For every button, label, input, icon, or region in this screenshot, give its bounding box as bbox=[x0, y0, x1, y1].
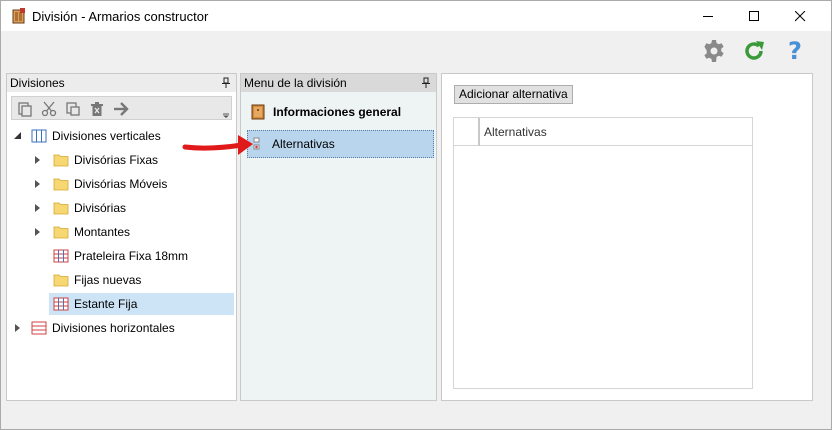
folder-icon bbox=[53, 226, 69, 239]
close-button[interactable] bbox=[777, 1, 823, 32]
window-title: División - Armarios constructor bbox=[32, 9, 209, 24]
expand-icon[interactable] bbox=[33, 203, 43, 213]
menu-item-informaciones-general[interactable]: Informaciones general bbox=[247, 98, 401, 126]
vertical-divisions-icon bbox=[31, 129, 47, 143]
app-icon bbox=[11, 8, 27, 24]
divisions-panel: Divisiones Divisiones verticales Divisór… bbox=[6, 73, 237, 401]
divisions-panel-title: Divisiones bbox=[7, 74, 236, 92]
tree-item-divisiones-horizontales[interactable]: Divisiones horizontales bbox=[13, 317, 175, 339]
folder-icon bbox=[53, 274, 69, 287]
tree-item-label: Estante Fija bbox=[74, 297, 138, 311]
tree-item-divisiones-verticales[interactable]: Divisiones verticales bbox=[13, 125, 161, 147]
pin-icon[interactable] bbox=[421, 77, 431, 89]
arrow-right-icon[interactable] bbox=[112, 100, 130, 118]
grid-header: Alternativas bbox=[454, 118, 752, 146]
add-alternative-button[interactable]: Adicionar alternativa bbox=[454, 85, 573, 104]
help-icon[interactable]: ? bbox=[782, 37, 808, 65]
grid-icon bbox=[53, 297, 69, 311]
menu-item-alternativas[interactable]: Alternativas bbox=[247, 130, 434, 158]
tree-item-prateleira-fixa[interactable]: Prateleira Fixa 18mm bbox=[53, 245, 188, 267]
tree-item-divisorias-fijas[interactable]: Divisórias Fixas bbox=[33, 149, 158, 171]
grid-corner bbox=[454, 118, 480, 146]
expand-icon[interactable] bbox=[13, 323, 23, 333]
cabinet-icon bbox=[251, 104, 265, 120]
tree-item-fijas-nuevas[interactable]: Fijas nuevas bbox=[53, 269, 141, 291]
folder-icon bbox=[53, 202, 69, 215]
cut-icon[interactable] bbox=[40, 100, 58, 118]
menu-item-label: Alternativas bbox=[272, 137, 335, 151]
tree-item-estante-fija[interactable]: Estante Fija bbox=[49, 293, 234, 315]
tree-item-label: Prateleira Fixa 18mm bbox=[74, 249, 189, 263]
menu-item-label: Informaciones general bbox=[273, 105, 402, 119]
folder-icon bbox=[53, 178, 69, 191]
expand-icon[interactable] bbox=[33, 227, 43, 237]
alternatives-panel: Adicionar alternativa Alternativas bbox=[441, 73, 813, 401]
title-bar: División - Armarios constructor bbox=[0, 0, 832, 31]
division-menu-panel: Menu de la división Informaciones genera… bbox=[240, 73, 437, 401]
grid-icon bbox=[53, 249, 69, 263]
pin-icon[interactable] bbox=[221, 77, 231, 89]
gear-icon[interactable] bbox=[701, 38, 727, 64]
menu-panel-title: Menu de la división bbox=[241, 74, 436, 92]
delete-icon[interactable] bbox=[88, 100, 106, 118]
alternatives-grid[interactable]: Alternativas bbox=[453, 117, 753, 389]
horizontal-divisions-icon bbox=[31, 321, 47, 335]
toolbar-overflow-icon[interactable] bbox=[221, 97, 231, 119]
refresh-icon[interactable] bbox=[741, 38, 767, 64]
expand-icon[interactable] bbox=[33, 179, 43, 189]
red-arrow-annotation bbox=[182, 135, 253, 155]
tree-item-label: Divisórias Móveis bbox=[74, 177, 168, 191]
minimize-button[interactable] bbox=[685, 1, 731, 32]
tree-item-label: Divisórias bbox=[74, 201, 127, 215]
expand-icon[interactable] bbox=[33, 155, 43, 165]
tree-item-divisorias[interactable]: Divisórias bbox=[33, 197, 126, 219]
tree-item-divisorias-moveis[interactable]: Divisórias Móveis bbox=[33, 173, 167, 195]
grid-column-header[interactable]: Alternativas bbox=[484, 125, 547, 139]
tree-item-label: Divisórias Fixas bbox=[74, 153, 159, 167]
tree-item-label: Montantes bbox=[74, 225, 131, 239]
tree-item-label: Fijas nuevas bbox=[74, 273, 142, 287]
tree-item-label: Divisiones horizontales bbox=[52, 321, 175, 335]
collapse-icon[interactable] bbox=[13, 131, 23, 141]
folder-icon bbox=[53, 154, 69, 167]
maximize-button[interactable] bbox=[731, 1, 777, 32]
divisions-toolbar bbox=[11, 96, 232, 120]
copy-icon[interactable] bbox=[16, 100, 34, 118]
paste-icon[interactable] bbox=[64, 100, 82, 118]
tree-item-montantes[interactable]: Montantes bbox=[33, 221, 130, 243]
tree-item-label: Divisiones verticales bbox=[52, 129, 161, 143]
